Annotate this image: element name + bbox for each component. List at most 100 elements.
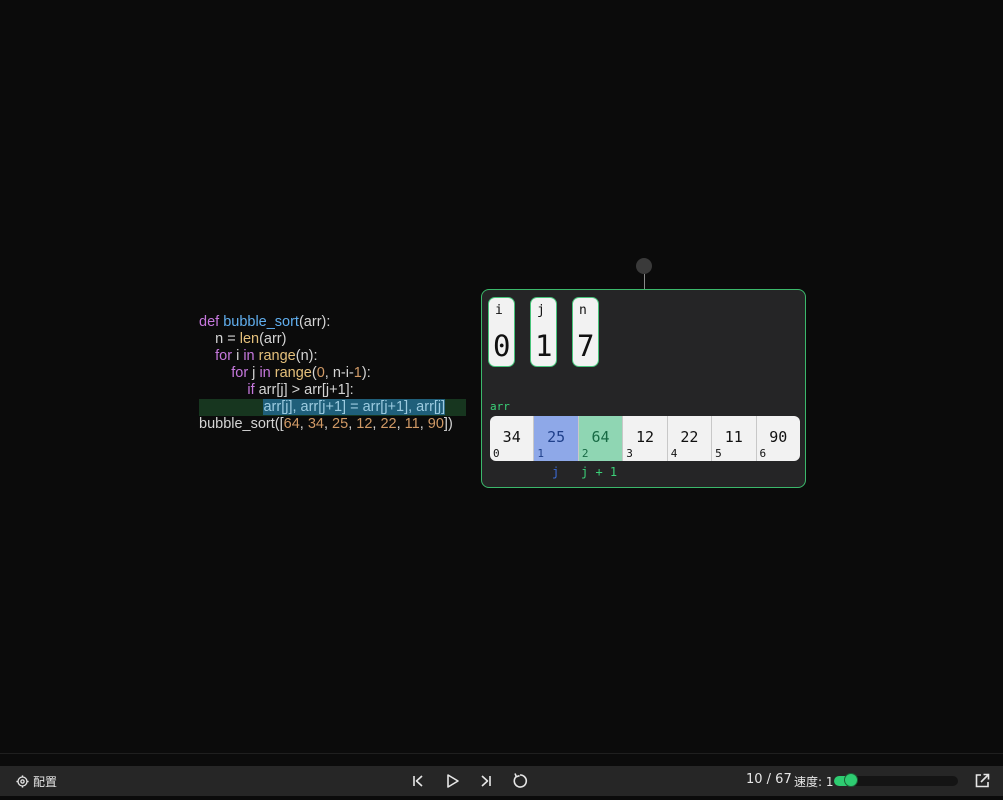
- code-token: 34: [307, 416, 324, 432]
- array-cell-index: 3: [626, 447, 633, 460]
- speed-label: 速度: 1: [794, 775, 834, 789]
- speed-slider-handle[interactable]: [844, 773, 859, 787]
- open-external-icon: [975, 773, 990, 788]
- code-token: , n-i-: [324, 365, 354, 381]
- variable-name: j: [537, 303, 545, 318]
- array-cell: 11 5: [712, 416, 757, 461]
- open-external-button[interactable]: [973, 772, 991, 790]
- code-token: arr[j] > arr[j+1]:: [254, 382, 354, 398]
- code-token: 64: [283, 416, 300, 432]
- code-token: 90: [427, 416, 444, 432]
- code-line: bubble_sort([64, 34, 25, 12, 22, 11, 90]…: [199, 416, 453, 433]
- array-cell: 12 3: [623, 416, 668, 461]
- code-line-text: bubble_sort([64, 34, 25, 12, 22, 11, 90]…: [199, 416, 453, 432]
- settings-icon: [16, 775, 29, 788]
- variable-value: 1: [535, 329, 553, 363]
- array-cell-value: 34: [502, 428, 521, 446]
- skip-back-icon: [413, 775, 423, 787]
- code-token: 1: [353, 365, 362, 381]
- code-line-text: for i in range(n):: [199, 348, 318, 364]
- array-cell-value: 22: [680, 428, 699, 446]
- array-cell-value: 90: [769, 428, 788, 446]
- variable-name: i: [495, 303, 503, 318]
- array-cell-index: 5: [715, 447, 722, 460]
- variable-n: n 7: [572, 297, 599, 367]
- play-button[interactable]: [442, 771, 462, 791]
- reset-icon: [513, 773, 528, 788]
- code-line: for i in range(n):: [199, 348, 453, 365]
- code-token: ,: [299, 416, 308, 432]
- variable-value: 7: [577, 329, 595, 363]
- code-token: in: [259, 365, 271, 381]
- skip-forward-icon: [481, 775, 491, 787]
- code-token: def: [199, 314, 224, 330]
- code-token: bubble_sort([: [199, 416, 284, 432]
- array-cell-value: 11: [724, 428, 743, 446]
- code-token: ,: [396, 416, 405, 432]
- array-cell: 90 6: [757, 416, 800, 461]
- code-token: for: [231, 365, 249, 381]
- code-token: n =: [199, 331, 240, 347]
- code-token: range: [258, 348, 296, 364]
- variable-i: i 0: [488, 297, 515, 367]
- array-cell-index: 2: [581, 447, 589, 460]
- config-button[interactable]: 配置: [16, 773, 57, 790]
- array-cell-index: 6: [759, 447, 767, 460]
- code-token: ,: [419, 416, 428, 432]
- code-token: (arr): [259, 331, 287, 347]
- array-cell-index: 0: [493, 447, 500, 460]
- code-token: range: [274, 365, 312, 381]
- array-cell-index: 4: [670, 447, 678, 460]
- code-line: n = len(arr): [199, 331, 453, 348]
- array-cell: 25 1: [534, 416, 579, 461]
- array-cell-value: 25: [547, 428, 566, 446]
- code-token: arr[j], arr[j+1] = arr[j+1], arr[j]: [263, 399, 446, 415]
- code-line-active: arr[j], arr[j+1] = arr[j+1], arr[j]: [199, 399, 466, 416]
- code-token: j: [248, 365, 260, 381]
- array-label: arr: [490, 400, 510, 413]
- code-line: for j in range(0, n-i-1):: [199, 365, 453, 382]
- code-token: ):: [361, 365, 371, 381]
- reset-button[interactable]: [510, 771, 530, 791]
- frame-connector-line: [644, 274, 645, 290]
- pointer-j-plus-1: j + 1: [581, 465, 618, 479]
- array-view: 34 0 25 1 64 2 12 3 22 4 11 5 90 6: [490, 416, 800, 461]
- code-line-text: n = len(arr): [199, 331, 286, 347]
- code-token: (arr):: [298, 314, 331, 330]
- step-counter: 10 / 67: [746, 772, 792, 787]
- code-token: 22: [380, 416, 397, 432]
- code-panel: def bubble_sort(arr): n = len(arr) for i…: [199, 314, 466, 433]
- code-token: ]): [443, 416, 453, 432]
- code-token: (n):: [295, 348, 318, 364]
- playback-bar: 配置 10 / 67 速度: 1: [0, 766, 1003, 796]
- speed-slider[interactable]: [834, 773, 958, 787]
- variable-value: 0: [493, 329, 511, 363]
- frame-connector-dot[interactable]: [636, 258, 652, 274]
- code-line: if arr[j] > arr[j+1]:: [199, 382, 453, 399]
- play-icon: [447, 774, 459, 788]
- array-cell: 22 4: [668, 416, 713, 461]
- code-token: 25: [332, 416, 349, 432]
- code-token: ,: [323, 416, 333, 432]
- config-label: 配置: [33, 775, 58, 789]
- pointer-j: j: [552, 465, 560, 479]
- array-cell-value: 64: [591, 428, 610, 446]
- code-line-text: def bubble_sort(arr):: [199, 314, 330, 330]
- array-cell-index: 1: [537, 447, 545, 460]
- variable-name: n: [579, 303, 587, 318]
- code-line-text: for j in range(0, n-i-1):: [199, 365, 371, 381]
- array-cell-value: 12: [635, 428, 654, 446]
- code-token: if: [247, 382, 255, 398]
- step-back-button[interactable]: [408, 771, 428, 791]
- code-token: 12: [356, 416, 373, 432]
- code-line-text: if arr[j] > arr[j+1]:: [199, 382, 354, 398]
- code-token: i: [232, 348, 244, 364]
- variable-j: j 1: [530, 297, 557, 367]
- code-line: def bubble_sort(arr):: [199, 314, 453, 331]
- code-token: for: [215, 348, 233, 364]
- step-forward-button[interactable]: [476, 771, 496, 791]
